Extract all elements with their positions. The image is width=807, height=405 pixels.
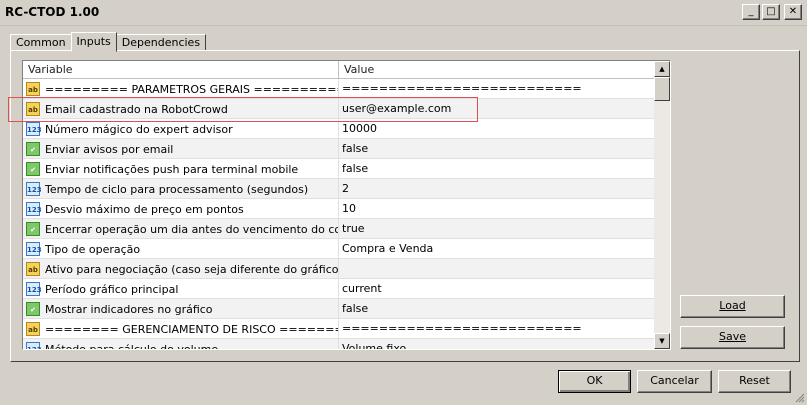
variable-label: Ativo para negociação (caso seja diferen…: [45, 262, 339, 276]
variable-cell: 123 Número mágico do expert advisor: [23, 119, 339, 139]
string-type-icon: ab: [26, 262, 40, 276]
value-cell[interactable]: Volume fixo: [339, 339, 655, 349]
maximize-button[interactable]: □: [762, 4, 780, 20]
minimize-button[interactable]: _: [742, 4, 760, 20]
table-row[interactable]: 123 Período gráfico principal current: [23, 279, 655, 299]
value-cell[interactable]: true: [339, 219, 655, 239]
value-cell[interactable]: false: [339, 139, 655, 159]
variable-label: Encerrar operação um dia antes do vencim…: [45, 222, 338, 236]
grid-body: Variable Value ab ========= PARAMETROS GE…: [23, 61, 655, 349]
variable-label: Email cadastrado na RobotCrowd: [45, 102, 228, 116]
variable-label: Enviar notificações push para terminal m…: [45, 162, 299, 176]
variable-cell: ab ========= PARAMETROS GERAIS ==========: [23, 79, 339, 99]
tab-dependencies[interactable]: Dependencies: [115, 34, 207, 51]
column-header-variable[interactable]: Variable: [23, 61, 339, 79]
grid-header: Variable Value: [23, 61, 655, 79]
variable-label: ========= PARAMETROS GERAIS ==========: [45, 82, 339, 96]
title-bar: RC-CTOD 1.00 _ □ ✕: [0, 0, 807, 26]
string-type-icon: ab: [26, 82, 40, 96]
boolean-type-icon: ✔: [26, 222, 40, 236]
cancel-button[interactable]: Cancelar: [637, 370, 712, 393]
value-cell[interactable]: user@example.com: [339, 99, 655, 119]
table-row[interactable]: ab ======== GERENCIAMENTO DE RISCO ======…: [23, 319, 655, 339]
load-button-label: Load: [719, 299, 746, 312]
variable-cell: ✔ Enviar notificações push para terminal …: [23, 159, 339, 179]
string-type-icon: ab: [26, 322, 40, 336]
boolean-type-icon: ✔: [26, 302, 40, 316]
variable-cell: 123 Tempo de ciclo para processamento (se…: [23, 179, 339, 199]
variable-cell: 123 Período gráfico principal: [23, 279, 339, 299]
string-type-icon: ab: [26, 102, 40, 116]
value-cell[interactable]: false: [339, 159, 655, 179]
table-row[interactable]: 123 Tipo de operação Compra e Venda: [23, 239, 655, 259]
value-cell[interactable]: 10: [339, 199, 655, 219]
variable-cell: ab Email cadastrado na RobotCrowd: [23, 99, 339, 119]
variable-label: Mostrar indicadores no gráfico: [45, 302, 213, 316]
table-row[interactable]: 123Método para cálculo do volumeVolume f…: [23, 339, 655, 349]
table-row[interactable]: ab Email cadastrado na RobotCrowd user@exa…: [23, 99, 655, 119]
value-cell[interactable]: [339, 259, 655, 279]
save-button-label: Save: [718, 330, 746, 343]
value-cell[interactable]: ==========================: [339, 79, 655, 99]
value-cell[interactable]: ==========================: [339, 319, 655, 339]
tab-common[interactable]: Common: [10, 34, 72, 51]
value-cell[interactable]: false: [339, 299, 655, 319]
table-row[interactable]: ✔ Mostrar indicadores no gráfico false: [23, 299, 655, 319]
vertical-scrollbar[interactable]: ▲ ▼: [654, 61, 670, 349]
variable-label: Tempo de ciclo para processamento (segun…: [45, 182, 309, 196]
numeric-type-icon: 123: [26, 282, 42, 296]
variable-cell: ab Ativo para negociação (caso seja difer…: [23, 259, 339, 279]
table-row[interactable]: ✔ Encerrar operação um dia antes do venci…: [23, 219, 655, 239]
grid-rows: ab ========= PARAMETROS GERAIS ==========…: [23, 79, 655, 349]
table-row[interactable]: 123 Desvio máximo de preço em pontos 10: [23, 199, 655, 219]
variable-cell: ✔ Enviar avisos por email: [23, 139, 339, 159]
variable-cell: 123 Tipo de operação: [23, 239, 339, 259]
table-row[interactable]: 123 Número mágico do expert advisor 10000: [23, 119, 655, 139]
numeric-type-icon: 123: [26, 182, 42, 196]
save-button[interactable]: Save: [680, 326, 785, 349]
inputs-grid: Variable Value ab ========= PARAMETROS GE…: [22, 60, 671, 350]
table-row[interactable]: ab ========= PARAMETROS GERAIS ==========…: [23, 79, 655, 99]
resize-grip-icon[interactable]: [795, 393, 805, 403]
ok-button[interactable]: OK: [558, 370, 631, 393]
value-cell[interactable]: current: [339, 279, 655, 299]
window-title: RC-CTOD 1.00: [5, 5, 100, 19]
table-row[interactable]: ✔ Enviar avisos por email false: [23, 139, 655, 159]
scroll-thumb[interactable]: [654, 77, 670, 101]
table-row[interactable]: 123 Tempo de ciclo para processamento (se…: [23, 179, 655, 199]
column-header-value[interactable]: Value: [339, 61, 655, 79]
numeric-type-icon: 123: [26, 122, 42, 136]
scroll-down-button[interactable]: ▼: [654, 333, 670, 349]
value-cell[interactable]: Compra e Venda: [339, 239, 655, 259]
variable-label: Desvio máximo de preço em pontos: [45, 202, 244, 216]
value-cell[interactable]: 10000: [339, 119, 655, 139]
table-row[interactable]: ab Ativo para negociação (caso seja difer…: [23, 259, 655, 279]
variable-cell: ✔ Encerrar operação um dia antes do venci…: [23, 219, 339, 239]
load-button[interactable]: Load: [680, 295, 785, 318]
scroll-up-button[interactable]: ▲: [654, 61, 670, 77]
variable-label: Período gráfico principal: [45, 282, 179, 296]
numeric-type-icon: 123: [26, 342, 42, 349]
numeric-type-icon: 123: [26, 202, 42, 216]
boolean-type-icon: ✔: [26, 142, 40, 156]
table-row[interactable]: ✔ Enviar notificações push para terminal …: [23, 159, 655, 179]
reset-button[interactable]: Reset: [718, 370, 791, 393]
variable-label: ======== GERENCIAMENTO DE RISCO =======: [45, 322, 339, 336]
variable-label: Enviar avisos por email: [45, 142, 174, 156]
tab-inputs[interactable]: Inputs: [70, 32, 117, 52]
boolean-type-icon: ✔: [26, 162, 40, 176]
variable-label: Método para cálculo do volume: [45, 342, 219, 350]
variable-label: Número mágico do expert advisor: [45, 122, 233, 136]
variable-label: Tipo de operação: [45, 242, 141, 256]
value-cell[interactable]: 2: [339, 179, 655, 199]
variable-cell: 123Método para cálculo do volume: [23, 339, 339, 349]
variable-cell: ✔ Mostrar indicadores no gráfico: [23, 299, 339, 319]
tab-strip: Common Inputs Dependencies: [10, 32, 207, 52]
variable-cell: ab ======== GERENCIAMENTO DE RISCO ======…: [23, 319, 339, 339]
variable-cell: 123 Desvio máximo de preço em pontos: [23, 199, 339, 219]
numeric-type-icon: 123: [26, 242, 42, 256]
close-button[interactable]: ✕: [784, 4, 802, 20]
